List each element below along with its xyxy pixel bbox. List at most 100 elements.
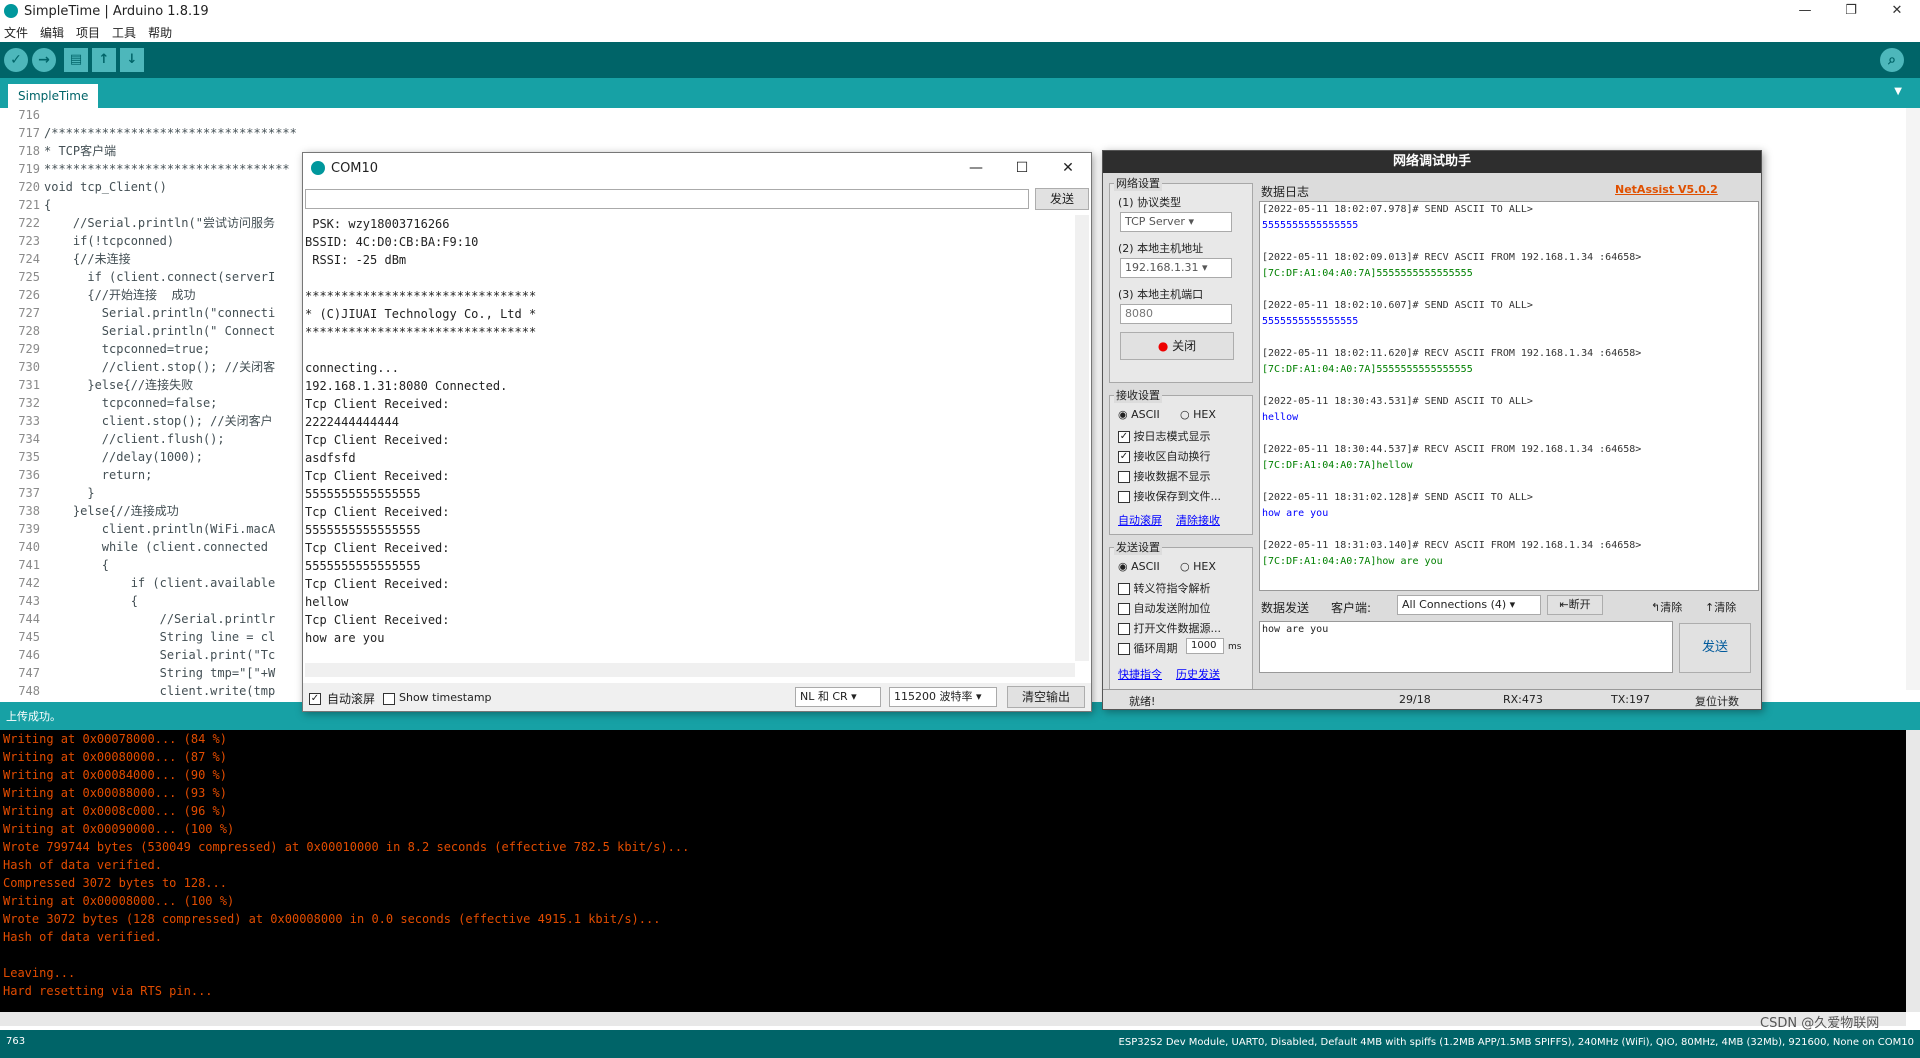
- menu-sketch[interactable]: 项目: [76, 24, 100, 41]
- code-line[interactable]: 731 }else{//连接失败: [0, 376, 193, 394]
- code-line[interactable]: 743 {: [0, 592, 138, 610]
- console-scrollbar[interactable]: [1906, 730, 1920, 1012]
- send-ascii-radio[interactable]: ◉ ASCII: [1118, 560, 1160, 573]
- console-hscrollbar[interactable]: [0, 1012, 1906, 1026]
- code-line[interactable]: 729 tcpconned=true;: [0, 340, 210, 358]
- serial-scrollbar[interactable]: [1075, 215, 1089, 661]
- recv-wrap-option[interactable]: ✓ 接收区自动换行: [1118, 448, 1211, 464]
- baud-rate-select[interactable]: 115200 波特率 ▾: [889, 687, 997, 707]
- close-button[interactable]: ✕: [1874, 0, 1920, 22]
- code-line[interactable]: 745 String line = cl: [0, 628, 275, 646]
- send-escape-option[interactable]: 转义符指令解析: [1118, 580, 1211, 596]
- code-line[interactable]: 723 if(!tcpconned): [0, 232, 174, 250]
- host-select[interactable]: 192.168.1.31 ▾: [1120, 258, 1232, 278]
- code-line[interactable]: 747 String tmp="["+W: [0, 664, 275, 682]
- line-ending-select[interactable]: NL 和 CR ▾: [795, 687, 881, 707]
- data-log-tab[interactable]: 数据日志: [1261, 183, 1309, 200]
- line-number: 736: [18, 468, 40, 482]
- auto-scroll-link[interactable]: 自动滚屏: [1118, 512, 1162, 528]
- new-button[interactable]: ▤: [64, 48, 88, 72]
- code-line[interactable]: 725 if (client.connect(serverI: [0, 268, 275, 286]
- code-line[interactable]: 719 **********************************: [0, 160, 289, 178]
- verify-button[interactable]: ✓: [4, 48, 28, 72]
- code-line[interactable]: 720 void tcp_Client(): [0, 178, 167, 196]
- code-line[interactable]: 739 client.println(WiFi.macA: [0, 520, 275, 538]
- code-line[interactable]: 728 Serial.println(" Connect: [0, 322, 275, 340]
- reset-count-button[interactable]: 复位计数: [1695, 693, 1739, 709]
- code-line[interactable]: 748 client.write(tmp: [0, 682, 275, 700]
- open-button[interactable]: ↑: [92, 48, 116, 72]
- code-line[interactable]: 727 Serial.println("connecti: [0, 304, 275, 322]
- data-send-tab[interactable]: 数据发送: [1261, 599, 1309, 616]
- code-line[interactable]: 716: [0, 106, 44, 124]
- clear-output-button[interactable]: 清空输出: [1007, 686, 1085, 708]
- code-line[interactable]: 742 if (client.available: [0, 574, 275, 592]
- cycle-period-input[interactable]: 1000: [1186, 638, 1224, 654]
- client-select[interactable]: All Connections (4) ▾: [1397, 595, 1541, 615]
- timestamp-checkbox[interactable]: [383, 691, 395, 705]
- code-line[interactable]: 736 return;: [0, 466, 152, 484]
- protocol-select[interactable]: TCP Server ▾: [1120, 212, 1232, 232]
- code-line[interactable]: 717 /**********************************: [0, 124, 297, 142]
- recv-log-mode-option[interactable]: ✓ 按日志模式显示: [1118, 428, 1211, 444]
- serial-minimize-button[interactable]: —: [953, 153, 999, 183]
- tab-simpletime[interactable]: SimpleTime: [8, 84, 99, 108]
- editor-scrollbar[interactable]: [1906, 108, 1920, 690]
- send-hex-radio[interactable]: ○ HEX: [1180, 560, 1216, 573]
- serial-close-button[interactable]: ✕: [1045, 153, 1091, 183]
- menu-tools[interactable]: 工具: [112, 24, 136, 41]
- send-append-option[interactable]: 自动发送附加位: [1118, 600, 1211, 616]
- send-cycle-option[interactable]: 循环周期: [1118, 640, 1178, 656]
- close-connection-button[interactable]: ● 关闭: [1120, 332, 1234, 360]
- code-line[interactable]: 746 Serial.print("Tc: [0, 646, 275, 664]
- serial-hscrollbar[interactable]: [305, 663, 1075, 677]
- line-number: 723: [18, 234, 40, 248]
- board-info: ESP32S2 Dev Module, UART0, Disabled, Def…: [1118, 1037, 1914, 1048]
- netassist-brand-link[interactable]: NetAssist V5.0.2: [1615, 183, 1718, 196]
- maximize-button[interactable]: ❐: [1828, 0, 1874, 22]
- autoscroll-checkbox[interactable]: ✓: [309, 691, 321, 705]
- upload-button[interactable]: →: [32, 48, 56, 72]
- save-button[interactable]: ↓: [120, 48, 144, 72]
- code-line[interactable]: 726 {//开始连接 成功: [0, 286, 195, 304]
- recv-hex-radio[interactable]: ○ HEX: [1180, 408, 1216, 421]
- code-line[interactable]: 730 //client.stop(); //关闭客: [0, 358, 275, 376]
- code-line[interactable]: 732 tcpconned=false;: [0, 394, 217, 412]
- code-line[interactable]: 733 client.stop(); //关闭客户: [0, 412, 272, 430]
- serial-maximize-button[interactable]: ☐: [999, 153, 1045, 183]
- code-line[interactable]: 744 //Serial.printlr: [0, 610, 275, 628]
- menu-file[interactable]: 文件: [4, 24, 28, 41]
- code-line[interactable]: 734 //client.flush();: [0, 430, 224, 448]
- serial-monitor-button[interactable]: ⌕: [1880, 48, 1904, 72]
- code-line[interactable]: 737 }: [0, 484, 94, 502]
- code-line[interactable]: 741 {: [0, 556, 109, 574]
- disconnect-button[interactable]: ⇤断开: [1547, 595, 1603, 615]
- clear-send-button-2[interactable]: ↑清除: [1705, 599, 1736, 615]
- code-line[interactable]: 740 while (client.connected: [0, 538, 268, 556]
- recv-hide-option[interactable]: 接收数据不显示: [1118, 468, 1211, 484]
- send-textarea[interactable]: how are you: [1259, 621, 1673, 673]
- code-line[interactable]: 724 {//未连接: [0, 250, 130, 268]
- recv-save-option[interactable]: 接收保存到文件...: [1118, 488, 1221, 504]
- tab-menu-icon[interactable]: ▼: [1894, 86, 1902, 97]
- send-file-option[interactable]: 打开文件数据源...: [1118, 620, 1221, 636]
- netassist-send-button[interactable]: 发送: [1679, 623, 1751, 673]
- port-input[interactable]: 8080: [1120, 304, 1232, 324]
- code-line[interactable]: 722 //Serial.println("尝试访问服务: [0, 214, 275, 232]
- menu-help[interactable]: 帮助: [148, 24, 172, 41]
- clear-receive-link[interactable]: 清除接收: [1176, 512, 1220, 528]
- shortcut-link[interactable]: 快捷指令: [1118, 666, 1162, 682]
- serial-output-line: BSSID: 4C:D0:CB:BA:F9:10: [305, 235, 479, 249]
- minimize-button[interactable]: —: [1782, 0, 1828, 22]
- code-line[interactable]: 721 {: [0, 196, 51, 214]
- code-line[interactable]: 718 * TCP客户端: [0, 142, 116, 160]
- line-number: 745: [18, 630, 40, 644]
- serial-send-input[interactable]: [305, 189, 1029, 209]
- code-line[interactable]: 738 }else{//连接成功: [0, 502, 178, 520]
- clear-send-button-1[interactable]: ↰清除: [1651, 599, 1682, 615]
- menu-edit[interactable]: 编辑: [40, 24, 64, 41]
- recv-ascii-radio[interactable]: ◉ ASCII: [1118, 408, 1160, 421]
- history-link[interactable]: 历史发送: [1176, 666, 1220, 682]
- serial-send-button[interactable]: 发送: [1035, 188, 1089, 210]
- code-line[interactable]: 735 //delay(1000);: [0, 448, 203, 466]
